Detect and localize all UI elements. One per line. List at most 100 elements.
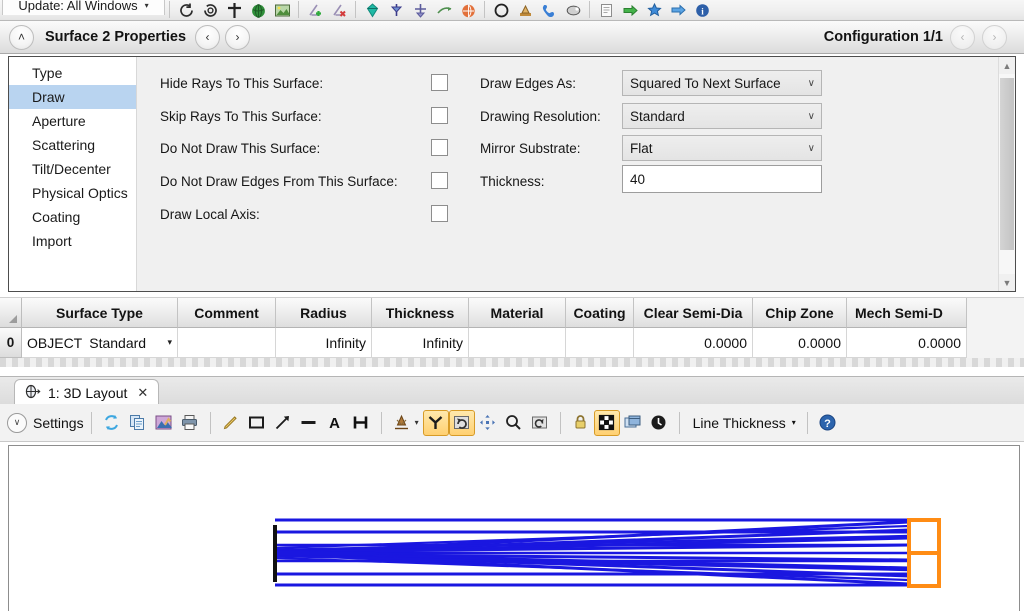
ray-aim-icon[interactable] [432,0,456,20]
print-icon[interactable] [177,410,203,436]
crosshair-icon[interactable] [222,0,246,20]
scroll-up-button[interactable]: ▲ [999,57,1015,74]
settings-button[interactable]: ∨ Settings [7,412,84,433]
category-item-import[interactable]: Import [9,229,136,253]
column-header-material[interactable]: Material [469,298,566,328]
copy-icon[interactable] [125,410,151,436]
phone-icon[interactable] [537,0,561,20]
cell-comment[interactable] [178,328,276,358]
column-header-comment[interactable]: Comment [178,298,276,328]
fold-mirror-icon[interactable] [384,0,408,20]
report-icon[interactable] [594,0,618,20]
help-icon[interactable]: ? [815,410,841,436]
thickness-input[interactable]: 40 [622,165,822,193]
line-icon[interactable] [296,410,322,436]
hide-rays-checkbox[interactable] [431,74,448,91]
ellipse-icon[interactable] [561,0,585,20]
scroll-track[interactable] [999,74,1015,274]
3d-layout-plot[interactable] [8,445,1020,611]
arrow-icon[interactable] [270,410,296,436]
draw-edges-as-dropdown[interactable]: Squared To Next Surface ∨ [622,70,822,96]
column-header-radius[interactable]: Radius [276,298,372,328]
draw-properties-form: Hide Rays To This Surface: Skip Rays To … [137,57,998,291]
mirror-substrate-dropdown[interactable]: Flat ∨ [622,135,822,161]
column-header-coating[interactable]: Coating [566,298,634,328]
properties-vertical-scrollbar[interactable]: ▲ ▼ [998,57,1015,291]
refresh-clockwise-icon[interactable] [174,0,198,20]
cell-thickness[interactable]: Infinity [372,328,469,358]
category-item-aperture[interactable]: Aperture [9,109,136,133]
category-item-coating[interactable]: Coating [9,205,136,229]
close-icon[interactable]: ✕ [137,385,148,401]
scroll-thumb[interactable] [1000,78,1014,250]
cell-clear-semi-dia[interactable]: 0.0000 [634,328,753,358]
category-item-physical-optics[interactable]: Physical Optics [9,181,136,205]
column-header-surface-type[interactable]: Surface Type [22,298,178,328]
rotate-icon[interactable] [448,409,475,436]
annotation-dropdown-icon[interactable] [389,410,415,436]
axis-3d-icon[interactable] [422,409,449,436]
category-item-scattering[interactable]: Scattering [9,133,136,157]
clock-icon[interactable] [646,410,672,436]
table-row[interactable]: 0 OBJECT Standard ▾ Infinity Infinity 0.… [0,328,1024,358]
color-globe-icon[interactable] [456,0,480,20]
cell-mech-semi-dia[interactable]: 0.0000 [847,328,967,358]
category-item-draw[interactable]: Draw [9,85,136,109]
chevron-down-icon[interactable]: ▾ [415,418,419,427]
delete-surface-icon[interactable] [327,0,351,20]
column-header-chip-zone[interactable]: Chip Zone [753,298,847,328]
fit-window-icon[interactable] [593,409,620,436]
scroll-down-button[interactable]: ▼ [999,274,1015,291]
green-arrow-icon[interactable] [618,0,642,20]
skip-rays-checkbox[interactable] [431,107,448,124]
cell-chip-zone[interactable]: 0.0000 [753,328,847,358]
category-item-type[interactable]: Type [9,61,136,85]
help-info-icon[interactable]: i [690,0,714,20]
text-tool-icon[interactable]: A [322,410,348,436]
do-not-draw-edges-checkbox[interactable] [431,172,448,189]
collapse-panel-button[interactable]: ˄ [9,24,34,50]
dimension-icon[interactable] [348,410,374,436]
cell-radius[interactable]: Infinity [276,328,372,358]
chevron-down-icon[interactable]: ▾ [167,337,172,348]
tolerance-icon[interactable] [513,0,537,20]
update-mode-dropdown[interactable]: Update: All Windows ▾ [2,0,165,15]
cell-surface-type[interactable]: OBJECT Standard ▾ [22,328,178,358]
column-header-thickness[interactable]: Thickness [372,298,469,328]
previous-surface-button[interactable]: ‹ [195,24,221,50]
save-image-icon[interactable] [151,410,177,436]
tab-3d-layout[interactable]: 1: 3D Layout ✕ [14,379,160,405]
lock-icon[interactable] [568,410,594,436]
refresh-counter-icon[interactable] [198,0,222,20]
next-surface-button[interactable]: › [225,24,251,50]
pan-icon[interactable] [475,410,501,436]
cell-material[interactable] [469,328,566,358]
next-configuration-button[interactable]: › [982,24,1007,50]
refresh-icon[interactable] [99,410,125,436]
drawing-resolution-dropdown[interactable]: Standard ∨ [622,103,822,129]
pencil-icon[interactable] [218,410,244,436]
reset-view-icon[interactable] [527,410,553,436]
previous-configuration-button[interactable]: ‹ [950,24,975,50]
lens-catalog-icon[interactable] [489,0,513,20]
cell-coating[interactable] [566,328,634,358]
gem-icon[interactable] [360,0,384,20]
image-icon[interactable] [270,0,294,20]
category-item-tilt-decenter[interactable]: Tilt/Decenter [9,157,136,181]
globe-icon[interactable] [246,0,270,20]
chevron-down-icon: ∨ [807,142,815,154]
insert-surface-icon[interactable] [303,0,327,20]
row-header-0[interactable]: 0 [0,328,22,358]
do-not-draw-surface-checkbox[interactable] [431,139,448,156]
blue-star-icon[interactable] [642,0,666,20]
coordinate-break-icon[interactable] [408,0,432,20]
window-layers-icon[interactable] [620,410,646,436]
draw-local-axis-checkbox[interactable] [431,205,448,222]
column-header-clear-semi-dia[interactable]: Clear Semi-Dia [634,298,753,328]
zoom-icon[interactable] [501,410,527,436]
column-header-mech-semi-dia[interactable]: Mech Semi-D [847,298,967,328]
blue-arrow-icon[interactable] [666,0,690,20]
rectangle-icon[interactable] [244,410,270,436]
select-all-corner[interactable] [0,298,22,328]
line-thickness-dropdown[interactable]: Line Thickness ▾ [693,415,796,431]
